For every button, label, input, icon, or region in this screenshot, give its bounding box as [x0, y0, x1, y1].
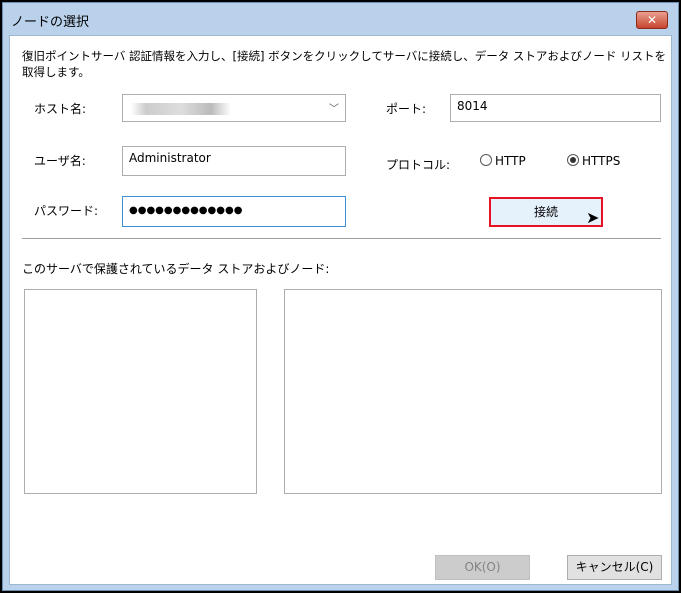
port-input[interactable]: 8014	[450, 94, 661, 122]
lists-label: このサーバで保護されているデータ ストアおよびノード:	[22, 262, 330, 276]
ok-button[interactable]: OK(O)	[435, 555, 530, 580]
host-label: ホスト名:	[34, 102, 87, 116]
user-input[interactable]: Administrator	[122, 146, 346, 176]
password-input[interactable]: ●●●●●●●●●●●●●	[122, 196, 346, 227]
close-icon[interactable]: ✕	[636, 11, 668, 29]
host-combobox[interactable]: ﹀	[122, 94, 346, 122]
datastore-list[interactable]	[24, 289, 257, 494]
password-label: パスワード:	[34, 204, 99, 218]
host-value-redacted	[131, 103, 231, 115]
node-select-dialog: ノードの選択 ✕ 復旧ポイントサーバ 認証情報を入力し、[接続] ボタンをクリッ…	[2, 2, 679, 591]
instructions: 復旧ポイントサーバ 認証情報を入力し、[接続] ボタンをクリックしてサーバに接続…	[22, 49, 667, 79]
cancel-button[interactable]: キャンセル(C)	[567, 555, 662, 580]
dialog-body: 復旧ポイントサーバ 認証情報を入力し、[接続] ボタンをクリックしてサーバに接続…	[9, 35, 672, 585]
node-list[interactable]	[284, 289, 662, 494]
radio-selected-icon	[567, 154, 579, 166]
radio-http[interactable]: HTTP	[480, 154, 526, 168]
radio-http-label: HTTP	[495, 154, 526, 168]
radio-icon	[480, 154, 492, 166]
mouse-cursor-icon: ➤	[586, 208, 600, 227]
radio-https[interactable]: HTTPS	[567, 154, 620, 168]
port-label: ポート:	[386, 102, 427, 116]
chevron-down-icon[interactable]: ﹀	[329, 100, 339, 115]
user-label: ユーザ名:	[34, 154, 86, 168]
dialog-title: ノードの選択	[11, 15, 90, 30]
radio-https-label: HTTPS	[582, 154, 621, 168]
separator	[22, 238, 661, 239]
protocol-label: プロトコル:	[386, 158, 451, 172]
